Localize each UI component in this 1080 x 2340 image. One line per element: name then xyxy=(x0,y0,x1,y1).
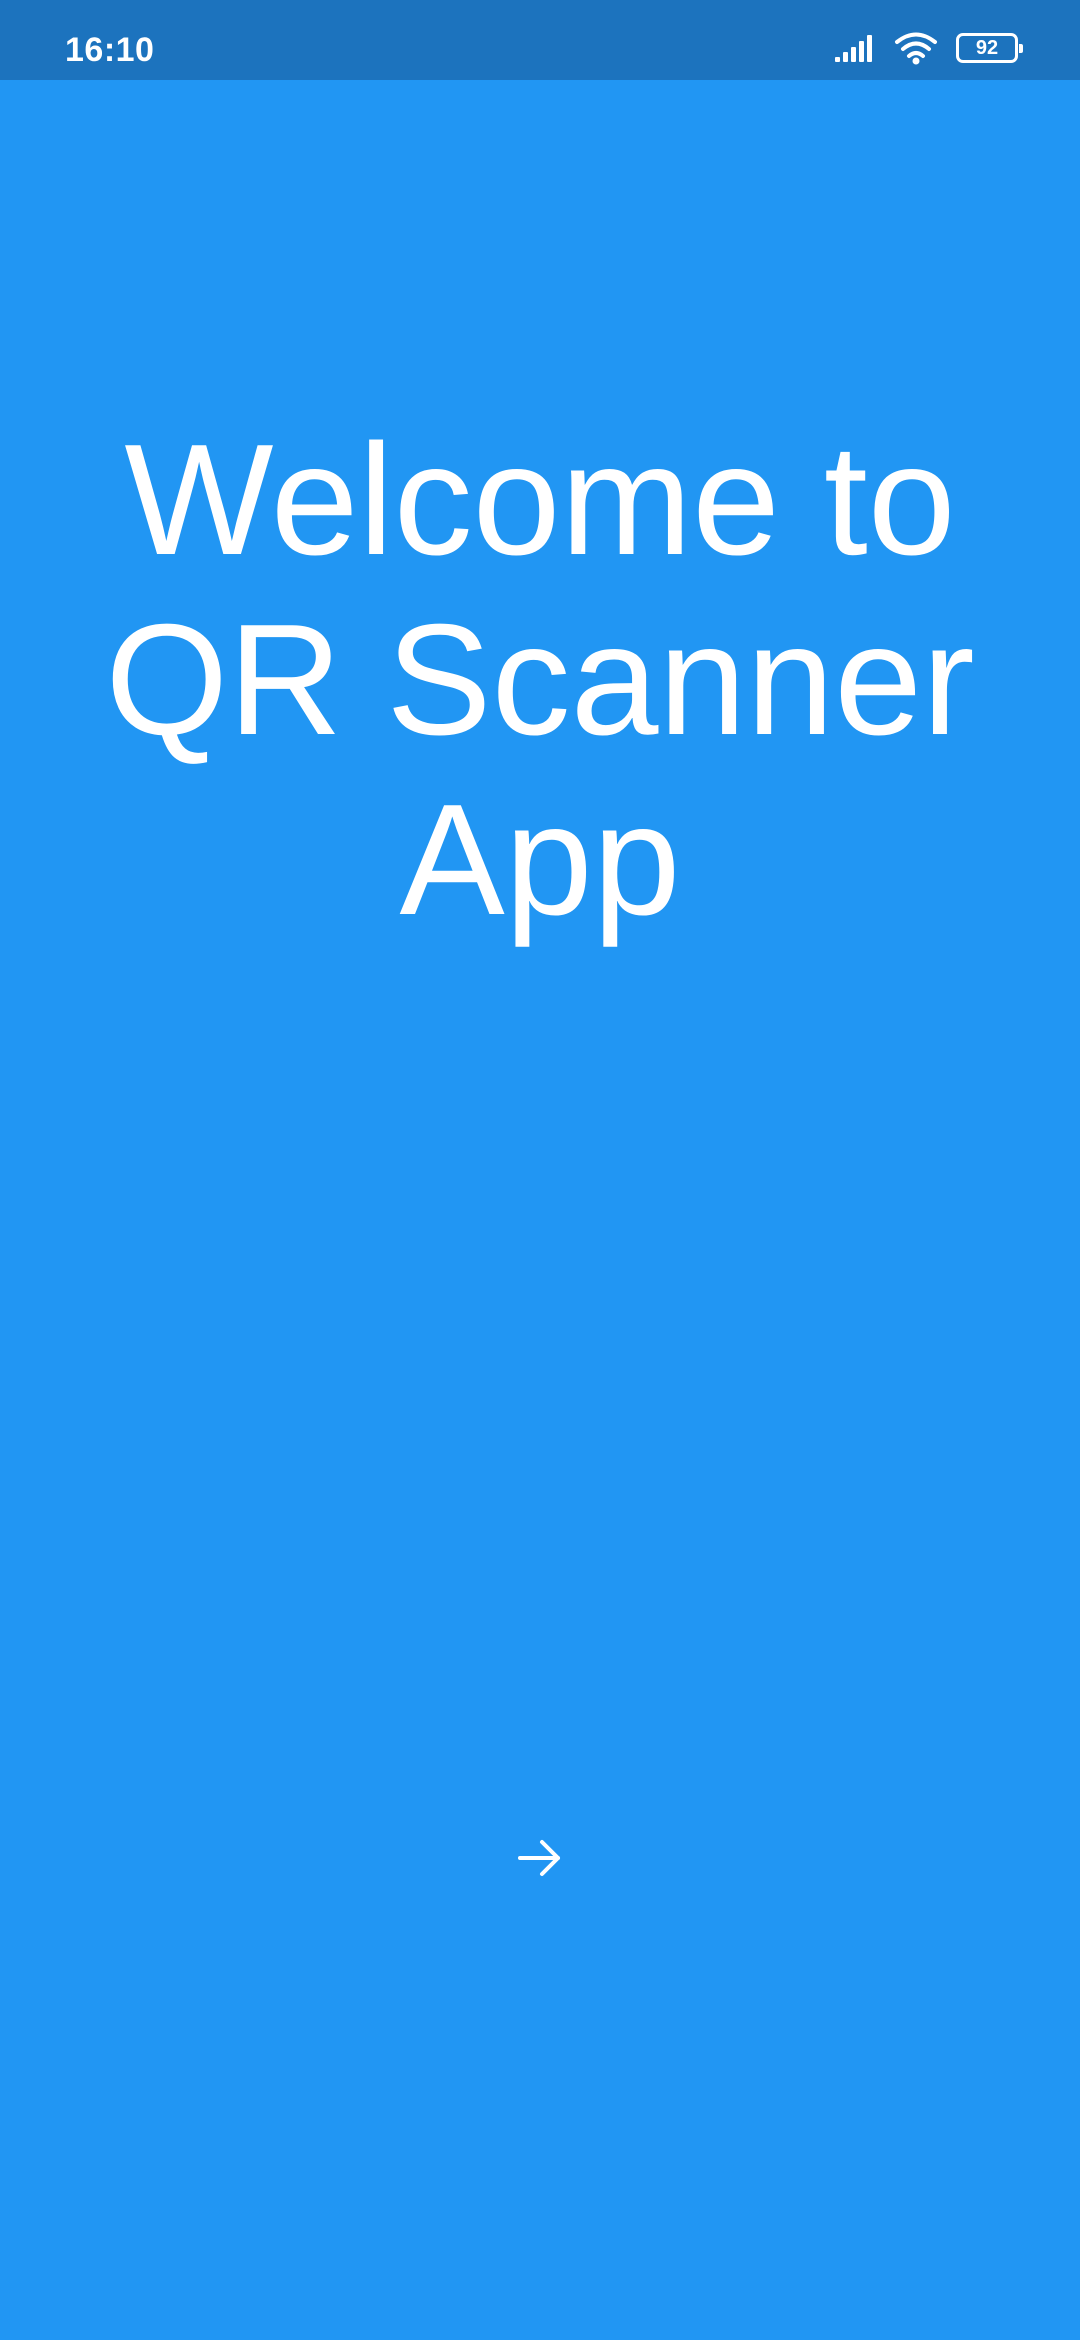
status-icons: 92 xyxy=(834,28,1023,68)
signal-icon xyxy=(835,35,872,62)
next-button[interactable] xyxy=(490,1808,590,1908)
wifi-icon xyxy=(895,32,937,65)
welcome-screen: 16:10 92 Welcome to QR Scanner App xyxy=(0,0,1080,2340)
arrow-right-icon xyxy=(518,1840,560,1876)
status-bar: 16:10 92 xyxy=(0,0,1080,80)
battery-icon: 92 xyxy=(956,33,1023,63)
welcome-title: Welcome to QR Scanner App xyxy=(105,412,975,948)
status-time: 16:10 xyxy=(65,31,155,69)
battery-level: 92 xyxy=(975,37,999,59)
